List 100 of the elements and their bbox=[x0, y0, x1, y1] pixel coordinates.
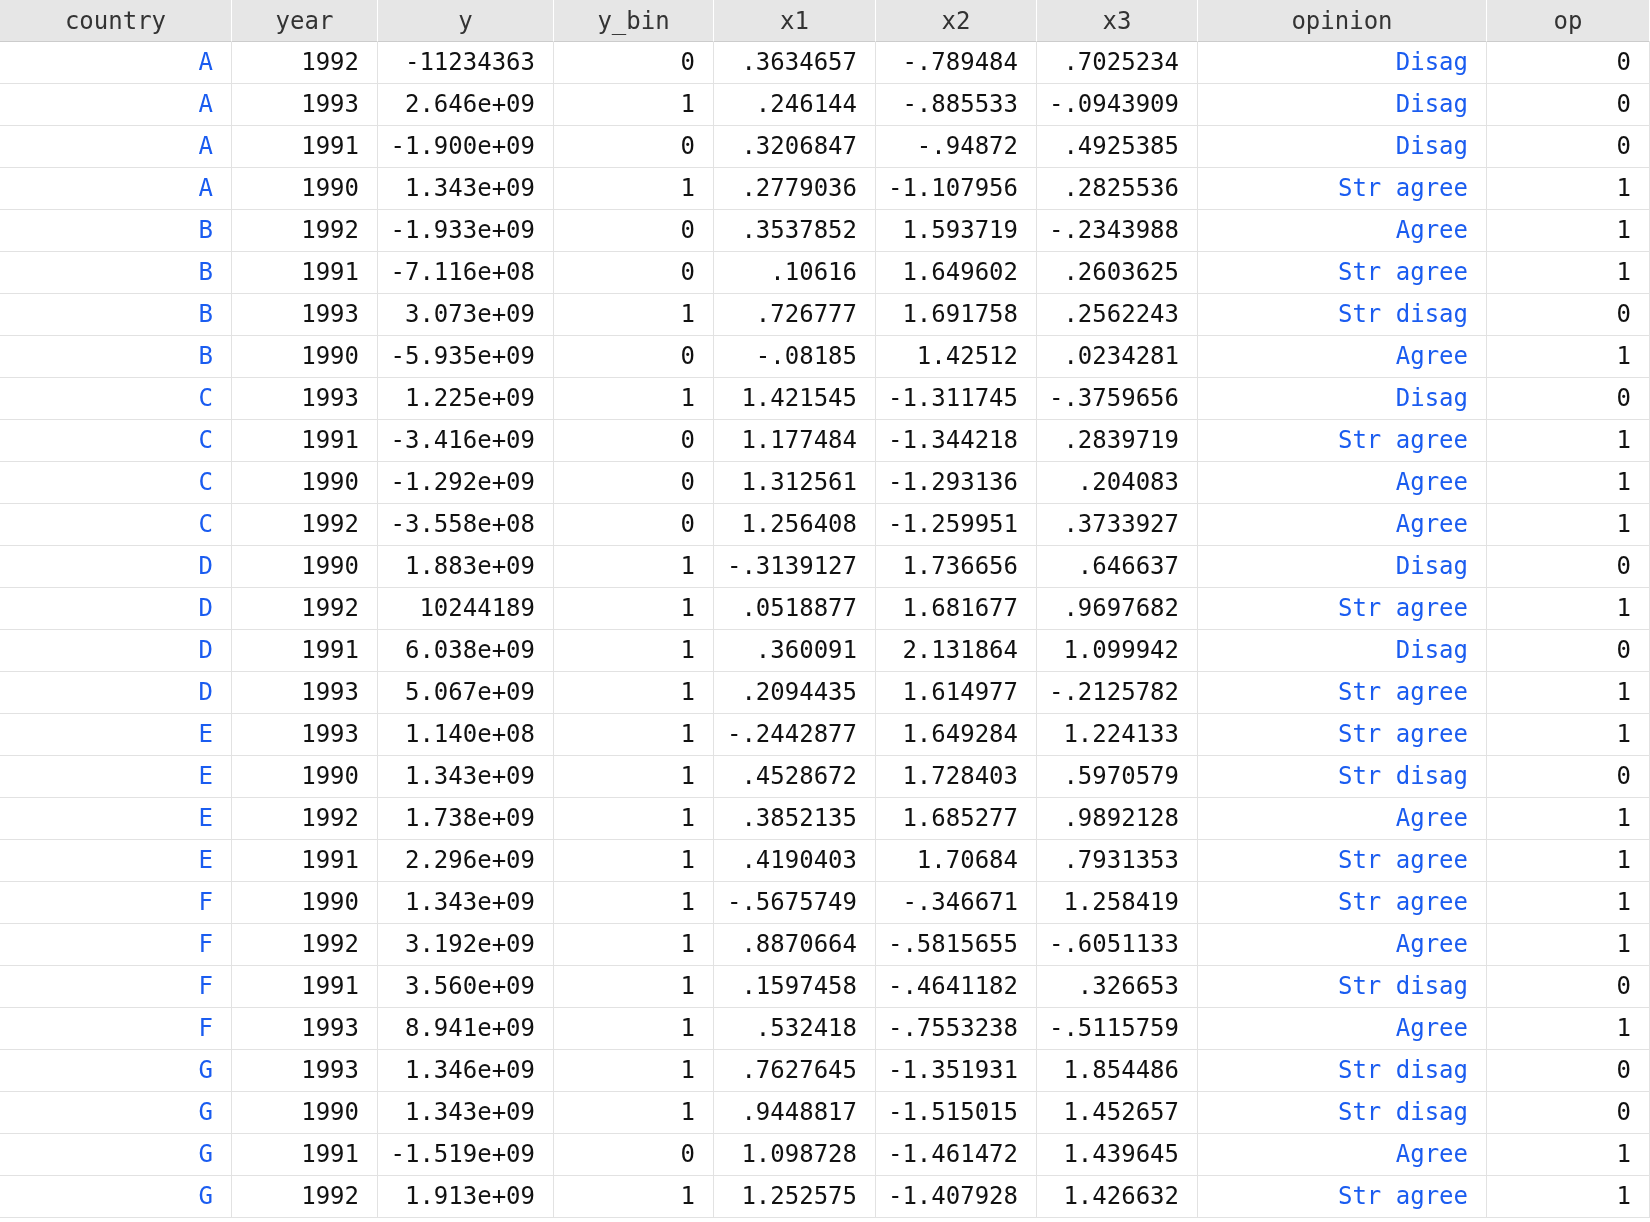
table-cell: .4528672 bbox=[714, 756, 876, 798]
table-cell: 1993 bbox=[232, 378, 378, 420]
column-header[interactable]: x3 bbox=[1037, 0, 1198, 42]
column-header[interactable]: y bbox=[378, 0, 554, 42]
table-cell: 1 bbox=[554, 630, 714, 672]
table-cell: Agree bbox=[1198, 504, 1487, 546]
table-cell: D bbox=[0, 630, 232, 672]
table-cell: -.3139127 bbox=[714, 546, 876, 588]
table-cell: 3.560e+09 bbox=[378, 966, 554, 1008]
table-cell: 1992 bbox=[232, 798, 378, 840]
table-cell: 1 bbox=[554, 84, 714, 126]
table-cell: 1 bbox=[554, 840, 714, 882]
table-cell: B bbox=[0, 252, 232, 294]
table-cell: 1 bbox=[554, 924, 714, 966]
table-cell: 1 bbox=[554, 588, 714, 630]
table-cell: Disag bbox=[1198, 546, 1487, 588]
table-cell: -5.935e+09 bbox=[378, 336, 554, 378]
table-cell: .532418 bbox=[714, 1008, 876, 1050]
table-cell: G bbox=[0, 1050, 232, 1092]
table-cell: 0 bbox=[1487, 546, 1650, 588]
table-cell: 2.296e+09 bbox=[378, 840, 554, 882]
table-cell: 1.343e+09 bbox=[378, 882, 554, 924]
table-cell: .1597458 bbox=[714, 966, 876, 1008]
column-header[interactable]: x1 bbox=[714, 0, 876, 42]
table-cell: Disag bbox=[1198, 42, 1487, 84]
table-cell: 3.192e+09 bbox=[378, 924, 554, 966]
table-cell: 1993 bbox=[232, 1050, 378, 1092]
table-cell: 1 bbox=[1487, 672, 1650, 714]
table-cell: C bbox=[0, 504, 232, 546]
table-cell: 1.593719 bbox=[876, 210, 1037, 252]
table-cell: A bbox=[0, 168, 232, 210]
table-cell: Str disag bbox=[1198, 756, 1487, 798]
table-cell: .9892128 bbox=[1037, 798, 1198, 840]
table-cell: 1992 bbox=[232, 588, 378, 630]
table-cell: -.08185 bbox=[714, 336, 876, 378]
table-cell: 0 bbox=[1487, 378, 1650, 420]
table-cell: E bbox=[0, 714, 232, 756]
table-cell: 0 bbox=[554, 420, 714, 462]
table-cell: .4925385 bbox=[1037, 126, 1198, 168]
table-cell: -3.558e+08 bbox=[378, 504, 554, 546]
table-cell: C bbox=[0, 462, 232, 504]
table-cell: Agree bbox=[1198, 1008, 1487, 1050]
table-cell: 0 bbox=[1487, 1092, 1650, 1134]
table-cell: 1990 bbox=[232, 168, 378, 210]
table-cell: 1.225e+09 bbox=[378, 378, 554, 420]
table-cell: 1993 bbox=[232, 714, 378, 756]
column-header[interactable]: y_bin bbox=[554, 0, 714, 42]
table-cell: -.94872 bbox=[876, 126, 1037, 168]
table-cell: 0 bbox=[554, 126, 714, 168]
table-cell: .0518877 bbox=[714, 588, 876, 630]
column-header[interactable]: opinion bbox=[1198, 0, 1487, 42]
table-cell: 0 bbox=[554, 252, 714, 294]
table-cell: 1991 bbox=[232, 420, 378, 462]
table-cell: Agree bbox=[1198, 462, 1487, 504]
table-cell: Str agree bbox=[1198, 168, 1487, 210]
table-cell: 1993 bbox=[232, 84, 378, 126]
table-cell: 1 bbox=[1487, 420, 1650, 462]
table-cell: -.789484 bbox=[876, 42, 1037, 84]
column-header[interactable]: x2 bbox=[876, 0, 1037, 42]
table-cell: .2603625 bbox=[1037, 252, 1198, 294]
table-cell: -.5815655 bbox=[876, 924, 1037, 966]
table-cell: 1.256408 bbox=[714, 504, 876, 546]
table-cell: 1.452657 bbox=[1037, 1092, 1198, 1134]
table-cell: 1.649602 bbox=[876, 252, 1037, 294]
table-cell: -3.416e+09 bbox=[378, 420, 554, 462]
column-header[interactable]: year bbox=[232, 0, 378, 42]
table-cell: C bbox=[0, 420, 232, 462]
table-cell: 1.439645 bbox=[1037, 1134, 1198, 1176]
table-cell: 1.312561 bbox=[714, 462, 876, 504]
table-cell: 1991 bbox=[232, 1134, 378, 1176]
table-cell: -1.107956 bbox=[876, 168, 1037, 210]
table-cell: .204083 bbox=[1037, 462, 1198, 504]
table-cell: Agree bbox=[1198, 798, 1487, 840]
table-cell: E bbox=[0, 798, 232, 840]
table-cell: 1.42512 bbox=[876, 336, 1037, 378]
table-cell: Str agree bbox=[1198, 840, 1487, 882]
table-cell: 1991 bbox=[232, 840, 378, 882]
table-cell: -1.933e+09 bbox=[378, 210, 554, 252]
table-cell: 1 bbox=[554, 714, 714, 756]
column-header[interactable]: op bbox=[1487, 0, 1650, 42]
table-cell: Str agree bbox=[1198, 672, 1487, 714]
column-header[interactable]: country bbox=[0, 0, 232, 42]
table-cell: 1992 bbox=[232, 42, 378, 84]
table-cell: C bbox=[0, 378, 232, 420]
table-cell: 0 bbox=[1487, 84, 1650, 126]
table-cell: 1.738e+09 bbox=[378, 798, 554, 840]
table-cell: -.6051133 bbox=[1037, 924, 1198, 966]
table-cell: 0 bbox=[554, 1134, 714, 1176]
table-cell: 1 bbox=[554, 882, 714, 924]
table-cell: Agree bbox=[1198, 336, 1487, 378]
table-cell: A bbox=[0, 84, 232, 126]
table-cell: Str agree bbox=[1198, 882, 1487, 924]
table-cell: 1.343e+09 bbox=[378, 168, 554, 210]
table-cell: 1992 bbox=[232, 504, 378, 546]
table-cell: .10616 bbox=[714, 252, 876, 294]
table-cell: -7.116e+08 bbox=[378, 252, 554, 294]
table-cell: D bbox=[0, 588, 232, 630]
table-cell: -.2343988 bbox=[1037, 210, 1198, 252]
table-cell: 1 bbox=[1487, 504, 1650, 546]
table-cell: 1.649284 bbox=[876, 714, 1037, 756]
